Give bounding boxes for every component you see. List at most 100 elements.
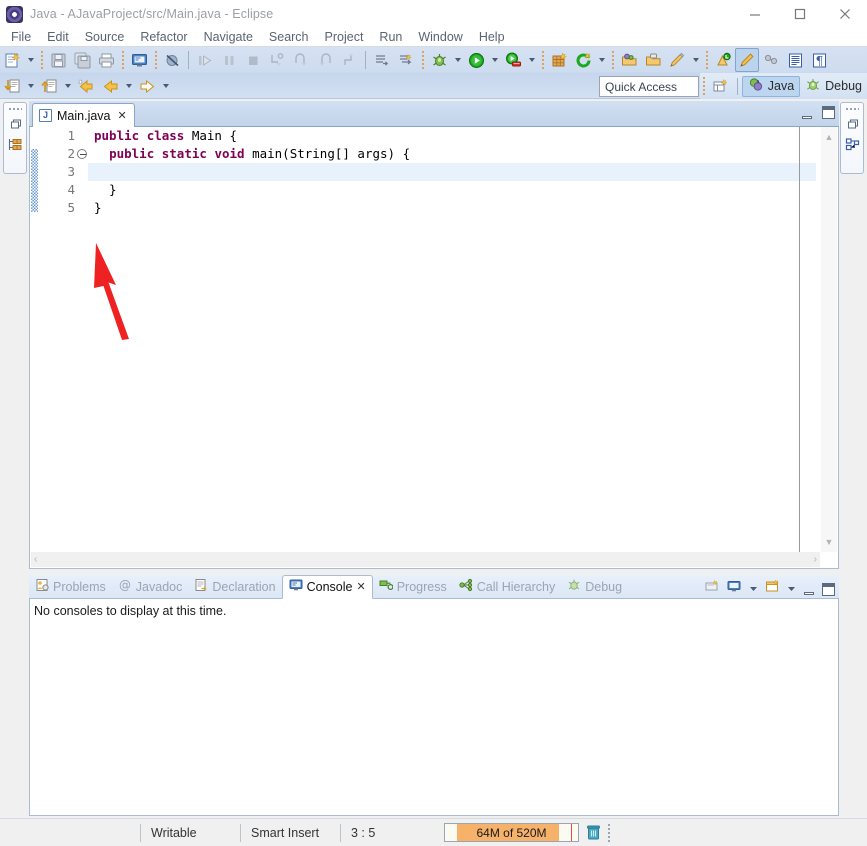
new-java-package-icon[interactable] xyxy=(394,48,418,72)
back-icon[interactable] xyxy=(98,74,122,98)
tab-problems[interactable]: Problems xyxy=(29,576,112,598)
toggle-mark-occurrences-icon[interactable] xyxy=(735,48,759,72)
search-pencil-icon[interactable] xyxy=(665,48,689,72)
toolbar-grip[interactable] xyxy=(37,49,46,71)
next-annotation-icon[interactable] xyxy=(711,48,735,72)
toolbar-grip[interactable] xyxy=(418,49,427,71)
quick-access-input[interactable]: Quick Access xyxy=(599,76,699,97)
tab-declaration[interactable]: Declaration xyxy=(188,576,281,598)
forward-dropdown[interactable] xyxy=(159,74,172,98)
open-console-menu-icon[interactable] xyxy=(765,579,780,599)
toggle-breadcrumb-icon[interactable] xyxy=(759,48,783,72)
restore-view-icon[interactable] xyxy=(6,114,24,134)
tab-debug[interactable]: Debug xyxy=(561,576,628,598)
toolbar-grip[interactable] xyxy=(702,49,711,71)
stack-handle-dots[interactable] xyxy=(9,106,22,114)
toolbar-grip[interactable] xyxy=(538,49,547,71)
external-tools-dropdown[interactable] xyxy=(525,48,538,72)
close-button[interactable] xyxy=(822,0,867,28)
upload-sources-dropdown[interactable] xyxy=(61,74,74,98)
code-line-5[interactable]: } xyxy=(88,199,816,217)
memory-indicator[interactable]: 64M of 520M xyxy=(444,823,579,842)
tab-progress[interactable]: Progress xyxy=(373,576,453,598)
run-icon[interactable] xyxy=(464,48,488,72)
debug-dropdown[interactable] xyxy=(451,48,464,72)
search-dropdown[interactable] xyxy=(689,48,702,72)
open-perspective-icon[interactable] xyxy=(709,74,733,98)
code-text-area[interactable]: public class Main { public static void m… xyxy=(88,127,816,552)
show-whitespace-icon[interactable] xyxy=(783,48,807,72)
editor-vertical-scrollbar[interactable]: ▲ ▼ xyxy=(821,127,837,552)
menu-navigate[interactable]: Navigate xyxy=(196,29,261,45)
open-task-icon[interactable] xyxy=(641,48,665,72)
editor-tab-main-java[interactable]: J Main.java ✕ xyxy=(32,103,135,127)
maximize-panel-button[interactable] xyxy=(822,583,835,596)
display-selected-console-icon[interactable] xyxy=(727,579,742,599)
minimize-editor-button[interactable] xyxy=(801,107,813,119)
editor-horizontal-scrollbar[interactable]: ‹ › xyxy=(31,552,820,567)
menu-search[interactable]: Search xyxy=(261,29,317,45)
upload-sources-icon[interactable] xyxy=(37,74,61,98)
open-console-view-icon[interactable] xyxy=(705,579,720,599)
minimize-panel-button[interactable] xyxy=(803,583,815,595)
maximize-button[interactable] xyxy=(777,0,822,28)
debug-icon[interactable] xyxy=(427,48,451,72)
status-bar-grip[interactable] xyxy=(605,824,613,842)
perspective-debug[interactable]: Debug xyxy=(800,76,867,97)
refresh-dropdown[interactable] xyxy=(595,48,608,72)
console-view-body[interactable]: No consoles to display at this time. xyxy=(29,599,839,816)
download-sources-icon[interactable] xyxy=(0,74,24,98)
menu-edit[interactable]: Edit xyxy=(39,29,77,45)
outline-view-icon[interactable] xyxy=(843,134,861,154)
open-type-icon[interactable] xyxy=(617,48,641,72)
menu-help[interactable]: Help xyxy=(471,29,513,45)
restore-view-icon[interactable] xyxy=(843,114,861,134)
save-icon[interactable] xyxy=(46,48,70,72)
new-wizard-icon[interactable] xyxy=(0,48,24,72)
code-line-4[interactable]: } xyxy=(88,181,816,199)
tab-call-hierarchy[interactable]: Call Hierarchy xyxy=(453,576,562,598)
stack-handle-dots[interactable] xyxy=(846,106,859,114)
scroll-up-icon[interactable]: ▲ xyxy=(821,129,837,145)
toolbar-grip[interactable] xyxy=(118,49,127,71)
code-line-3[interactable] xyxy=(88,163,816,181)
skip-all-breakpoints-icon[interactable] xyxy=(160,48,184,72)
new-wizard-dropdown[interactable] xyxy=(24,48,37,72)
menu-source[interactable]: Source xyxy=(77,29,133,45)
open-console-menu-dropdown[interactable] xyxy=(787,580,796,598)
open-console-icon[interactable] xyxy=(127,48,151,72)
download-sources-dropdown[interactable] xyxy=(24,74,37,98)
maximize-editor-button[interactable] xyxy=(822,106,835,119)
close-icon[interactable]: ✕ xyxy=(118,109,127,122)
pilcrow-icon[interactable]: ¶ xyxy=(807,48,831,72)
menu-window[interactable]: Window xyxy=(410,29,470,45)
save-all-icon[interactable] xyxy=(70,48,94,72)
new-java-class-icon[interactable] xyxy=(370,48,394,72)
run-garbage-collector-icon[interactable] xyxy=(586,824,602,842)
new-java-project-icon[interactable] xyxy=(547,48,571,72)
perspective-grip[interactable] xyxy=(700,75,709,97)
code-line-2[interactable]: public static void main(String[] args) { xyxy=(88,145,816,163)
minimize-button[interactable] xyxy=(732,0,777,28)
toolbar-grip[interactable] xyxy=(608,49,617,71)
perspective-java[interactable]: Java xyxy=(742,76,800,97)
back-dropdown[interactable] xyxy=(122,74,135,98)
toolbar-grip[interactable] xyxy=(151,49,160,71)
code-line-1[interactable]: public class Main { xyxy=(88,127,816,145)
close-icon[interactable]: ✕ xyxy=(356,580,365,593)
package-explorer-icon[interactable] xyxy=(6,134,24,154)
fold-collapse-icon[interactable] xyxy=(77,149,87,159)
print-icon[interactable] xyxy=(94,48,118,72)
menu-file[interactable]: File xyxy=(3,29,39,45)
refresh-icon[interactable] xyxy=(571,48,595,72)
display-selected-console-dropdown[interactable] xyxy=(749,580,758,598)
scroll-right-icon[interactable]: › xyxy=(814,554,817,565)
last-edit-location-icon[interactable] xyxy=(74,74,98,98)
scroll-left-icon[interactable]: ‹ xyxy=(34,554,37,565)
external-tools-icon[interactable] xyxy=(501,48,525,72)
forward-icon[interactable] xyxy=(135,74,159,98)
menu-run[interactable]: Run xyxy=(371,29,410,45)
scroll-down-icon[interactable]: ▼ xyxy=(821,534,837,550)
editor-overview-ruler-left[interactable] xyxy=(30,127,40,552)
tab-javadoc[interactable]: @ Javadoc xyxy=(112,576,189,598)
